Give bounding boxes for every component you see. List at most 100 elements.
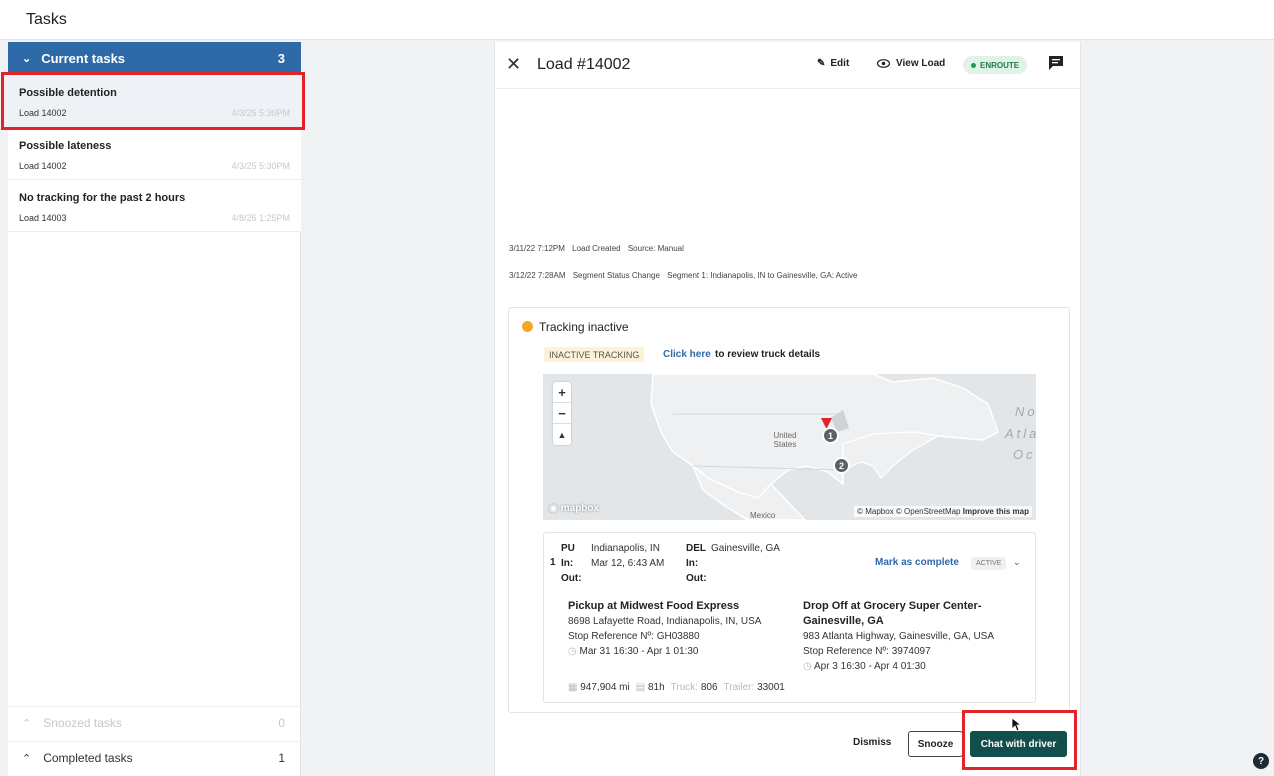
pickup-name: Pickup at Midwest Food Express [568, 600, 740, 612]
tracking-status-dot-icon [522, 321, 533, 332]
log-entry: 3/12/22 7:28AM Segment Status Change Seg… [509, 271, 862, 280]
status-badge: ENROUTE [963, 56, 1028, 74]
chevron-down-icon[interactable]: ⌄ [1013, 557, 1021, 568]
task-date: 4/3/25 5:30PM [231, 161, 290, 171]
clock-icon: ◷ [568, 646, 577, 657]
map-label-ocean: Oc [1013, 447, 1036, 462]
load-title: Load #14002 [537, 56, 631, 73]
improve-map-link[interactable]: Improve this map [963, 507, 1029, 516]
task-item[interactable]: Possible lateness Load 14002 4/3/25 5:30… [8, 128, 301, 180]
top-bar: Tasks [0, 0, 1274, 40]
map-controls: + − ▲ [553, 382, 571, 445]
active-badge: ACTIVE [971, 557, 1007, 570]
mapbox-logo-icon: ◉ [549, 503, 558, 514]
inactive-tracking-badge: INACTIVE TRACKING [544, 347, 645, 362]
map-label-ocean: Atla [1005, 426, 1036, 441]
chevron-up-icon: ⌃ [22, 752, 32, 765]
pickup-reference: Stop Reference Nº: GH03880 [568, 631, 700, 642]
stop-number: 1 [550, 557, 556, 568]
del-in-label: In: [686, 558, 699, 569]
dropoff-reference: Stop Reference Nº: 3974097 [803, 646, 931, 657]
stop-card: 1 PU Indianapolis, IN In: Mar 12, 6:43 A… [543, 532, 1036, 703]
log-time: 3/11/22 7:12PM [509, 244, 565, 253]
route-icon: ▦ [568, 682, 578, 693]
log-time: 3/12/22 7:28AM [509, 271, 566, 280]
edit-label: Edit [830, 58, 850, 69]
current-tasks-count: 3 [277, 51, 285, 66]
log-entry: 3/11/22 7:12PM Load Created Source: Manu… [509, 244, 689, 253]
map-attribution: © Mapbox © OpenStreetMap Improve this ma… [854, 506, 1032, 517]
status-dot-icon [971, 62, 976, 68]
dismiss-button[interactable]: Dismiss [853, 737, 891, 748]
task-load: Load 14003 [19, 213, 67, 223]
duration: ▤ 81h [635, 682, 665, 693]
current-tasks-label: Current tasks [41, 51, 126, 66]
task-load: Load 14002 [19, 161, 67, 171]
hours-icon: ▤ [635, 682, 646, 693]
del-label: DEL [686, 543, 706, 554]
task-item[interactable]: No tracking for the past 2 hours Load 14… [8, 180, 301, 232]
snoozed-tasks-count: 0 [278, 716, 285, 730]
del-city: Gainesville, GA [711, 543, 780, 554]
log-event: Segment Status Change [572, 271, 660, 280]
pickup-window: ◷ Mar 31 16:30 - Apr 1 01:30 [568, 646, 699, 657]
task-title: Possible lateness [19, 140, 112, 152]
task-date: 4/8/25 1:25PM [231, 213, 290, 223]
zoom-out-button[interactable]: − [553, 403, 571, 424]
page-title: Tasks [26, 11, 67, 28]
tracking-title: Tracking inactive [539, 320, 629, 334]
dropoff-address: 983 Atlanta Highway, Gainesville, GA, US… [803, 631, 995, 642]
map-label-ocean: No [1015, 404, 1036, 419]
task-title: No tracking for the past 2 hours [19, 192, 186, 204]
pickup-address: 8698 Lafayette Road, Indianapolis, IN, U… [568, 616, 762, 627]
view-load-button[interactable]: View Load [877, 58, 945, 69]
panel-header: ✕ Load #14002 ✎ Edit View Load ENROUTE [495, 42, 1080, 89]
tracking-card: Tracking inactive INACTIVE TRACKING Clic… [508, 307, 1070, 713]
zoom-in-button[interactable]: + [553, 382, 571, 403]
task-sidebar: ⌄ Current tasks 3 Possible detention Loa… [8, 42, 301, 776]
completed-tasks-header[interactable]: ⌃ Completed tasks 1 [8, 741, 301, 774]
pu-in-label: In: [561, 558, 574, 569]
compass-button[interactable]: ▲ [553, 424, 571, 445]
map-label-united-states: United States [773, 431, 797, 449]
review-truck-link[interactable]: Click here [663, 349, 711, 360]
close-icon[interactable]: ✕ [506, 54, 521, 75]
chevron-down-icon: ⌄ [22, 53, 32, 65]
completed-tasks-count: 1 [278, 751, 285, 765]
highlight-selected-task [1, 72, 305, 130]
map-stop-pin[interactable]: 1 [822, 427, 839, 444]
pu-city: Indianapolis, IN [591, 543, 660, 554]
snooze-button[interactable]: Snooze [908, 731, 963, 757]
review-truck-text: to review truck details [715, 349, 821, 360]
snoozed-tasks-label: Snoozed tasks [43, 716, 122, 730]
view-load-label: View Load [896, 58, 946, 69]
chevron-up-icon: ⌃ [22, 717, 32, 730]
edit-button[interactable]: ✎ Edit [817, 58, 849, 69]
help-button[interactable]: ? [1253, 753, 1269, 769]
pu-in-time: Mar 12, 6:43 AM [591, 558, 665, 569]
status-label: ENROUTE [980, 60, 1020, 70]
map-label-mexico: Mexico [750, 511, 776, 520]
dropoff-name: Drop Off at Grocery Super Center- [803, 600, 982, 612]
tracking-map[interactable]: + − ▲ United States Mexico No Atla Oc 1 … [543, 374, 1036, 520]
chat-icon[interactable] [1048, 55, 1064, 71]
pu-out-label: Out: [561, 573, 582, 584]
pencil-icon: ✎ [817, 58, 826, 69]
log-event: Load Created [572, 244, 621, 253]
eye-icon [877, 59, 890, 68]
distance: ▦ 947,904 mi [568, 682, 630, 693]
current-tasks-header[interactable]: ⌄ Current tasks 3 [8, 42, 301, 75]
dropoff-name-cont: Gainesville, GA [803, 615, 884, 627]
snoozed-tasks-header[interactable]: ⌃ Snoozed tasks 0 [8, 706, 301, 739]
mouse-cursor-icon [1012, 718, 1022, 732]
mark-complete-link[interactable]: Mark as complete [875, 557, 959, 568]
log-detail: Segment 1: Indianapolis, IN to Gainesvil… [667, 271, 858, 280]
stop-footer: ▦ 947,904 mi ▤ 81h Truck: 806 Trailer: 3… [568, 682, 785, 693]
completed-tasks-label: Completed tasks [43, 751, 133, 765]
map-stop-pin[interactable]: 2 [833, 457, 850, 474]
dropoff-window: ◷ Apr 3 16:30 - Apr 4 01:30 [803, 661, 926, 672]
trailer: Trailer: 33001 [723, 682, 785, 693]
del-out-label: Out: [686, 573, 707, 584]
map-attribution-copy[interactable]: © Mapbox © OpenStreetMap [857, 507, 960, 516]
load-detail-panel: ✕ Load #14002 ✎ Edit View Load ENROUTE 3… [494, 42, 1081, 776]
